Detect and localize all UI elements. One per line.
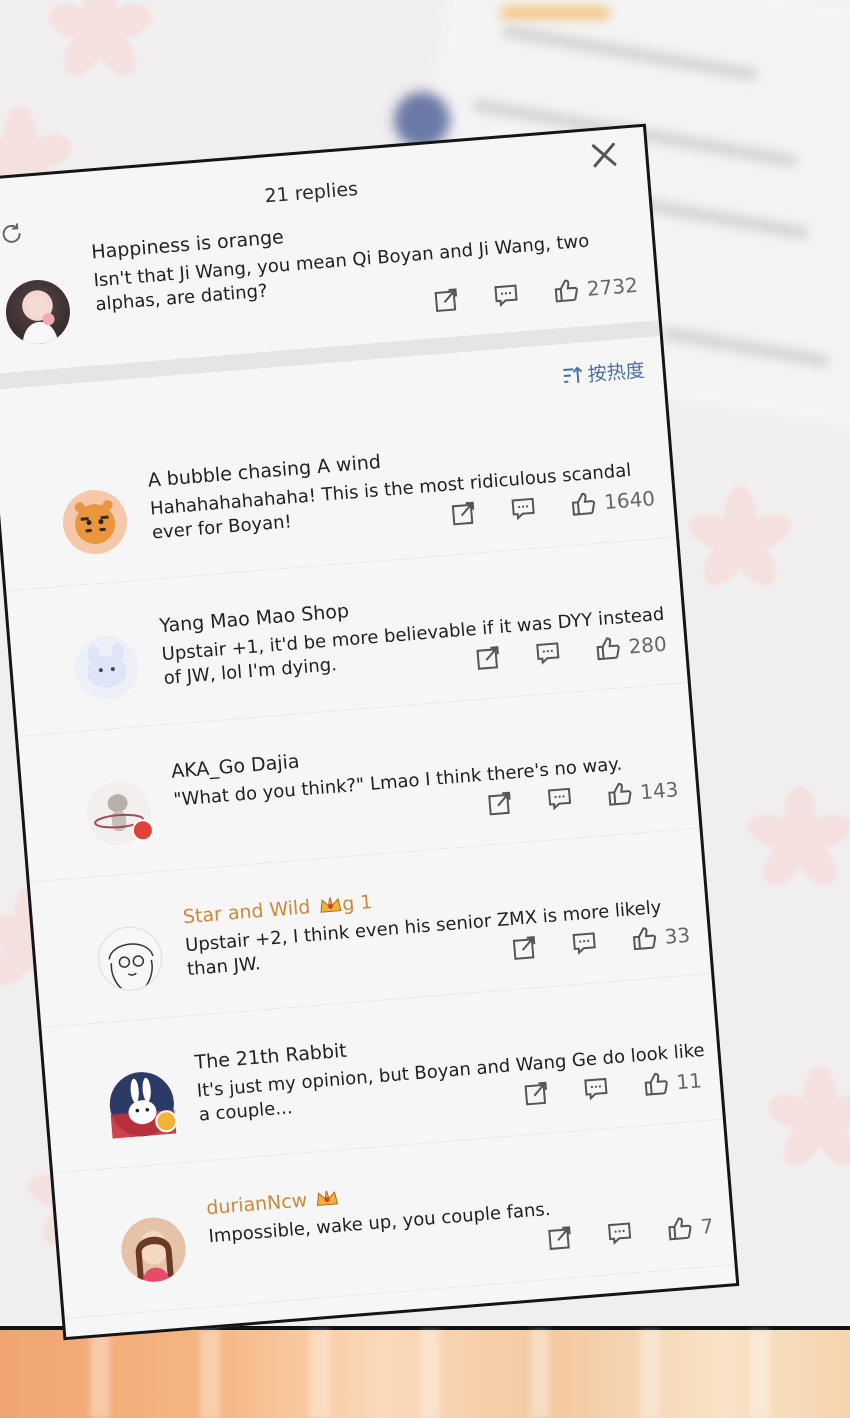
like-count: 7 (699, 1213, 715, 1239)
thumbs-up-icon (596, 637, 620, 661)
blurred-line (500, 6, 610, 20)
username-suffix: g 1 (341, 891, 374, 916)
avatar[interactable] (107, 1069, 179, 1139)
username-text: Star and Wild (182, 896, 312, 929)
crown-badge-icon (320, 897, 342, 913)
crown-badge-icon (317, 1190, 339, 1206)
avatar[interactable] (72, 633, 142, 703)
sketch-girl-avatar-icon (108, 943, 154, 990)
comment-icon[interactable] (570, 929, 598, 957)
girl-photo-avatar-icon (119, 1215, 189, 1285)
like-count: 11 (675, 1068, 703, 1095)
flower-decoration (760, 1060, 850, 1180)
comment-icon[interactable] (545, 785, 573, 813)
tiger-avatar-icon (74, 500, 116, 545)
like-button[interactable]: 7 (666, 1213, 715, 1243)
bunny-plush-avatar-icon (87, 642, 128, 688)
comment-icon[interactable] (582, 1075, 610, 1103)
comment-icon[interactable] (606, 1219, 634, 1247)
share-icon[interactable] (546, 1224, 574, 1252)
close-icon[interactable] (588, 139, 620, 171)
thumbs-up-icon (571, 492, 596, 516)
like-button[interactable]: 1640 (569, 485, 656, 518)
like-count: 1640 (603, 486, 656, 515)
like-count: 143 (639, 777, 680, 805)
comment-icon[interactable] (509, 495, 537, 523)
thumbs-up-icon (608, 782, 632, 806)
avatar[interactable] (95, 924, 165, 994)
flower-decoration (40, 0, 160, 90)
thumbs-up-icon (554, 279, 579, 303)
sort-icon (563, 366, 583, 383)
share-icon[interactable] (522, 1080, 550, 1108)
comment-icon[interactable] (492, 281, 520, 309)
sort-button[interactable]: 按热度 (561, 356, 646, 390)
flower-decoration (680, 480, 800, 600)
avatar[interactable] (119, 1215, 189, 1285)
bottom-strip (0, 1326, 850, 1418)
like-button[interactable]: 280 (594, 631, 668, 663)
comment-icon[interactable] (534, 639, 562, 667)
thumbs-up-icon (668, 1217, 692, 1241)
replies-panel: 21 replies Happiness is orange Isn't tha… (0, 123, 740, 1341)
like-button[interactable]: 2732 (552, 272, 639, 305)
avatar-image-icon (22, 295, 59, 346)
sort-label: 按热度 (586, 359, 646, 387)
share-icon[interactable] (510, 934, 538, 962)
avatar[interactable] (83, 778, 155, 848)
thumbs-up-icon (644, 1072, 668, 1096)
share-icon[interactable] (474, 644, 502, 672)
thumbs-up-icon (632, 927, 656, 951)
like-count: 280 (627, 631, 668, 659)
like-count: 33 (663, 922, 691, 949)
refresh-icon[interactable] (0, 221, 25, 247)
avatar[interactable] (3, 277, 73, 347)
share-icon[interactable] (450, 499, 478, 527)
like-button[interactable]: 33 (630, 922, 691, 953)
username-text: durianNcw (205, 1189, 309, 1220)
like-count: 2732 (586, 272, 639, 301)
share-icon[interactable] (486, 790, 514, 818)
like-button[interactable]: 143 (605, 776, 679, 808)
avatar[interactable] (60, 487, 130, 557)
like-button[interactable]: 11 (641, 1067, 703, 1098)
flower-decoration (740, 780, 850, 900)
share-icon[interactable] (432, 286, 460, 314)
